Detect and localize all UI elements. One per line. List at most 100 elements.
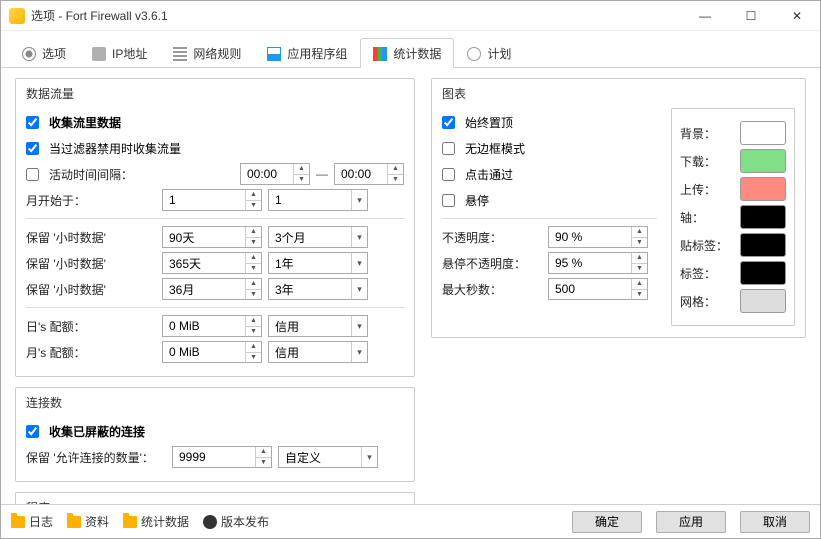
cancel-button[interactable]: 取消 — [740, 511, 810, 533]
day-quota-select[interactable]: 信用 — [268, 315, 368, 337]
clock-icon — [467, 47, 481, 61]
collect-when-disabled-checkbox[interactable] — [26, 142, 39, 155]
collect-blocked-checkbox[interactable] — [26, 425, 39, 438]
grid-color-swatch[interactable] — [740, 289, 786, 313]
frameless-checkbox[interactable] — [442, 142, 455, 155]
apply-button[interactable]: 应用 — [656, 511, 726, 533]
ticklbl-color-swatch[interactable] — [740, 233, 786, 257]
ip-icon — [92, 47, 106, 61]
gear-icon — [22, 47, 36, 61]
max-seconds-spin[interactable]: 500▲▼ — [548, 278, 648, 300]
keep-hour3-select[interactable]: 3年 — [268, 278, 368, 300]
keep-allowed-select[interactable]: 自定义 — [278, 446, 378, 468]
rules-icon — [173, 47, 187, 61]
max-seconds-label: 最大秒数： — [442, 281, 542, 298]
keep-allowed-label: 保留 '允许连接的数量'： — [26, 449, 166, 466]
connections-legend: 连接数 — [22, 394, 66, 411]
keep-hour3-spin[interactable]: 36月▲▼ — [162, 278, 262, 300]
ul-color-label: 上传： — [680, 181, 730, 198]
bg-color-label: 背景： — [680, 125, 730, 142]
collect-traffic-checkbox[interactable] — [26, 116, 39, 129]
month-start-select[interactable]: 1 — [268, 189, 368, 211]
footer: 日志 资料 统计数据 版本发布 确定 应用 取消 — [1, 504, 820, 538]
maximize-button[interactable]: ☐ — [728, 1, 774, 31]
label-color-label: 标签： — [680, 265, 730, 282]
month-quota-select[interactable]: 信用 — [268, 341, 368, 363]
keep-hour2-label: 保留 '小时数据' — [26, 255, 156, 272]
tab-bar: 选项 IP地址 网络规则 应用程序组 统计数据 计划 — [1, 31, 820, 68]
tab-apps[interactable]: 应用程序组 — [254, 38, 360, 68]
axis-color-label: 轴： — [680, 209, 730, 226]
hover-opacity-label: 悬停不透明度： — [442, 255, 542, 272]
opacity-label: 不透明度： — [442, 229, 542, 246]
traffic-group: 数据流量 收集流里数据 当过滤器禁用时收集流量 活动时间间隔： 00:00▲▼ … — [15, 78, 415, 377]
keep-hour2-spin[interactable]: 365天▲▼ — [162, 252, 262, 274]
axis-color-swatch[interactable] — [740, 205, 786, 229]
footer-stats-link[interactable]: 统计数据 — [123, 513, 189, 530]
options-window: 选项 - Fort Firewall v3.6.1 — ☐ ✕ 选项 IP地址 … — [0, 0, 821, 539]
day-quota-label: 日's 配额： — [26, 318, 156, 335]
day-quota-spin[interactable]: 0 MiB▲▼ — [162, 315, 262, 337]
stats-icon — [373, 47, 387, 61]
hover-checkbox[interactable] — [442, 194, 455, 207]
ul-color-swatch[interactable] — [740, 177, 786, 201]
always-top-checkbox[interactable] — [442, 116, 455, 129]
time-to-input[interactable]: 00:00▲▼ — [334, 163, 404, 185]
month-quota-label: 月's 配额： — [26, 344, 156, 361]
keep-allowed-spin[interactable]: 9999▲▼ — [172, 446, 272, 468]
always-top-label: 始终置顶 — [465, 114, 513, 131]
github-icon — [203, 515, 217, 529]
minimize-button[interactable]: — — [682, 1, 728, 31]
grid-color-label: 网格： — [680, 293, 730, 310]
active-period-checkbox[interactable] — [26, 168, 39, 181]
click-through-checkbox[interactable] — [442, 168, 455, 181]
color-panel: 背景： 下载： 上传： 轴： 贴标签： 标签： 网格： — [671, 108, 795, 326]
active-period-label: 活动时间间隔： — [49, 166, 133, 183]
footer-log-link[interactable]: 日志 — [11, 513, 53, 530]
click-through-label: 点击通过 — [465, 166, 513, 183]
label-color-swatch[interactable] — [740, 261, 786, 285]
hover-label: 悬停 — [465, 192, 489, 209]
tab-options[interactable]: 选项 — [9, 38, 79, 68]
dl-color-label: 下载： — [680, 153, 730, 170]
connections-group: 连接数 收集已屏蔽的连接 保留 '允许连接的数量'： 9999▲▼ 自定义 — [15, 387, 415, 482]
opacity-spin[interactable]: 90 %▲▼ — [548, 226, 648, 248]
hover-opacity-spin[interactable]: 95 %▲▼ — [548, 252, 648, 274]
ticklbl-color-label: 贴标签： — [680, 237, 730, 254]
month-start-spin[interactable]: 1▲▼ — [162, 189, 262, 211]
window-title: 选项 - Fort Firewall v3.6.1 — [31, 7, 682, 24]
dl-color-swatch[interactable] — [740, 149, 786, 173]
programs-group: 程序 收集新的屏蔽程序 — [15, 492, 415, 504]
collect-blocked-label: 收集已屏蔽的连接 — [49, 423, 145, 440]
window-buttons: — ☐ ✕ — [682, 1, 820, 31]
collect-traffic-label: 收集流里数据 — [49, 114, 121, 131]
keep-hour2-select[interactable]: 1年 — [268, 252, 368, 274]
tab-schedule[interactable]: 计划 — [454, 38, 524, 68]
collect-when-disabled-label: 当过滤器禁用时收集流量 — [49, 140, 181, 157]
footer-release-link[interactable]: 版本发布 — [203, 513, 269, 530]
keep-hour1-spin[interactable]: 90天▲▼ — [162, 226, 262, 248]
ok-button[interactable]: 确定 — [572, 511, 642, 533]
app-icon — [9, 8, 25, 24]
folder-icon — [123, 516, 137, 528]
chart-group: 图表 始终置顶 无边框模式 点击通过 悬停 不透明度： 90 %▲▼ 悬停不透明… — [431, 78, 806, 338]
bg-color-swatch[interactable] — [740, 121, 786, 145]
tab-ip[interactable]: IP地址 — [79, 38, 160, 68]
titlebar: 选项 - Fort Firewall v3.6.1 — ☐ ✕ — [1, 1, 820, 31]
tab-statistics[interactable]: 统计数据 — [360, 38, 454, 68]
keep-hour3-label: 保留 '小时数据' — [26, 281, 156, 298]
close-button[interactable]: ✕ — [774, 1, 820, 31]
time-from-input[interactable]: 00:00▲▼ — [240, 163, 310, 185]
footer-data-link[interactable]: 资料 — [67, 513, 109, 530]
chart-legend: 图表 — [438, 85, 470, 102]
folder-icon — [67, 516, 81, 528]
keep-hour1-label: 保留 '小时数据' — [26, 229, 156, 246]
month-quota-spin[interactable]: 0 MiB▲▼ — [162, 341, 262, 363]
month-start-label: 月开始于： — [26, 192, 156, 209]
frameless-label: 无边框模式 — [465, 140, 525, 157]
keep-hour1-select[interactable]: 3个月 — [268, 226, 368, 248]
traffic-legend: 数据流量 — [22, 85, 78, 102]
tab-rules[interactable]: 网络规则 — [160, 38, 254, 68]
apps-icon — [267, 47, 281, 61]
folder-icon — [11, 516, 25, 528]
